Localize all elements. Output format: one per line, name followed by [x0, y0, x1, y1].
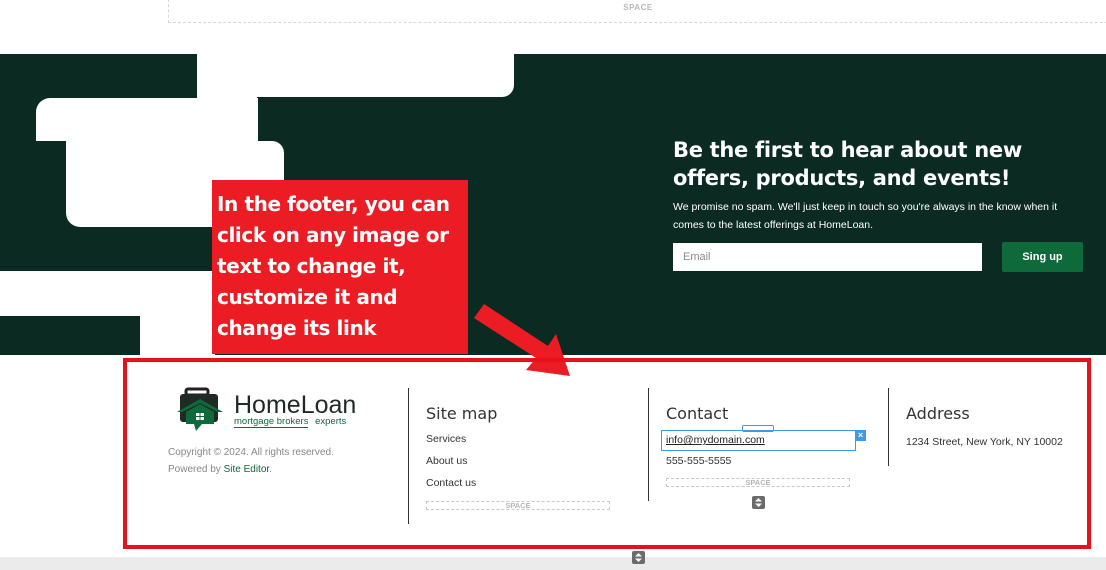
decorative-shape: [0, 271, 215, 316]
contact-title[interactable]: Contact: [666, 404, 728, 423]
space-label: SPACE: [623, 3, 653, 12]
homeloan-logo[interactable]: HomeLoan mortgage brokers experts: [176, 386, 376, 434]
column-divider: [648, 388, 649, 501]
brand-name-part1: Home: [234, 391, 301, 419]
copyright-text: Copyright © 2024. All rights reserved.: [168, 447, 334, 458]
sitemap-title[interactable]: Site map: [426, 404, 497, 423]
up-down-stepper-icon[interactable]: [752, 496, 765, 509]
space-placeholder-top[interactable]: SPACE: [168, 0, 1106, 23]
brand-tagline: mortgage brokers experts: [234, 416, 347, 428]
powered-by: Powered by Site Editor.: [168, 461, 334, 478]
address-value[interactable]: 1234 Street, New York, NY 10002: [906, 436, 1063, 448]
sitemap-link-contact[interactable]: Contact us: [426, 477, 476, 489]
newsletter-subtitle: We promise no spam. We'll just keep in t…: [673, 201, 1058, 231]
brand-tagline-2: experts: [315, 416, 347, 427]
newsletter-title: Be the first to hear about new offers, p…: [673, 138, 1022, 190]
address-title[interactable]: Address: [906, 404, 970, 423]
space-label: SPACE: [505, 501, 531, 510]
sitemap-link-services[interactable]: Services: [426, 433, 466, 445]
brand-tagline-1: mortgage brokers: [234, 416, 309, 428]
editor-bottom-bar: [0, 557, 1106, 570]
space-placeholder-contact[interactable]: SPACE: [666, 478, 850, 487]
contact-email[interactable]: info@mydomain.com: [666, 434, 765, 446]
space-placeholder-sitemap[interactable]: SPACE: [426, 501, 610, 510]
brand-name-part2: Loan: [300, 391, 357, 419]
tutorial-callout: In the footer, you can click on any imag…: [212, 180, 468, 354]
contact-phone[interactable]: 555-555-5555: [666, 455, 731, 467]
email-input[interactable]: [673, 243, 982, 271]
callout-text: In the footer, you can click on any imag…: [217, 192, 450, 340]
signup-button[interactable]: Sing up: [1002, 242, 1083, 272]
close-icon[interactable]: ×: [855, 430, 866, 441]
brand-wordmark: HomeLoan: [234, 392, 356, 418]
column-divider: [408, 388, 409, 524]
copyright-block: Copyright © 2024. All rights reserved. P…: [168, 444, 334, 478]
space-label: SPACE: [745, 478, 771, 487]
contact-email-editing[interactable]: info@mydomain.com: [661, 430, 856, 451]
decorative-shape: [36, 98, 258, 141]
column-divider: [888, 388, 889, 466]
powered-prefix: Powered by: [168, 464, 224, 475]
up-down-stepper-icon[interactable]: [632, 551, 645, 564]
powered-suffix: .: [269, 464, 272, 475]
decorative-shape: [140, 316, 215, 355]
sitemap-link-about[interactable]: About us: [426, 455, 467, 467]
site-editor-link[interactable]: Site Editor: [224, 464, 270, 475]
